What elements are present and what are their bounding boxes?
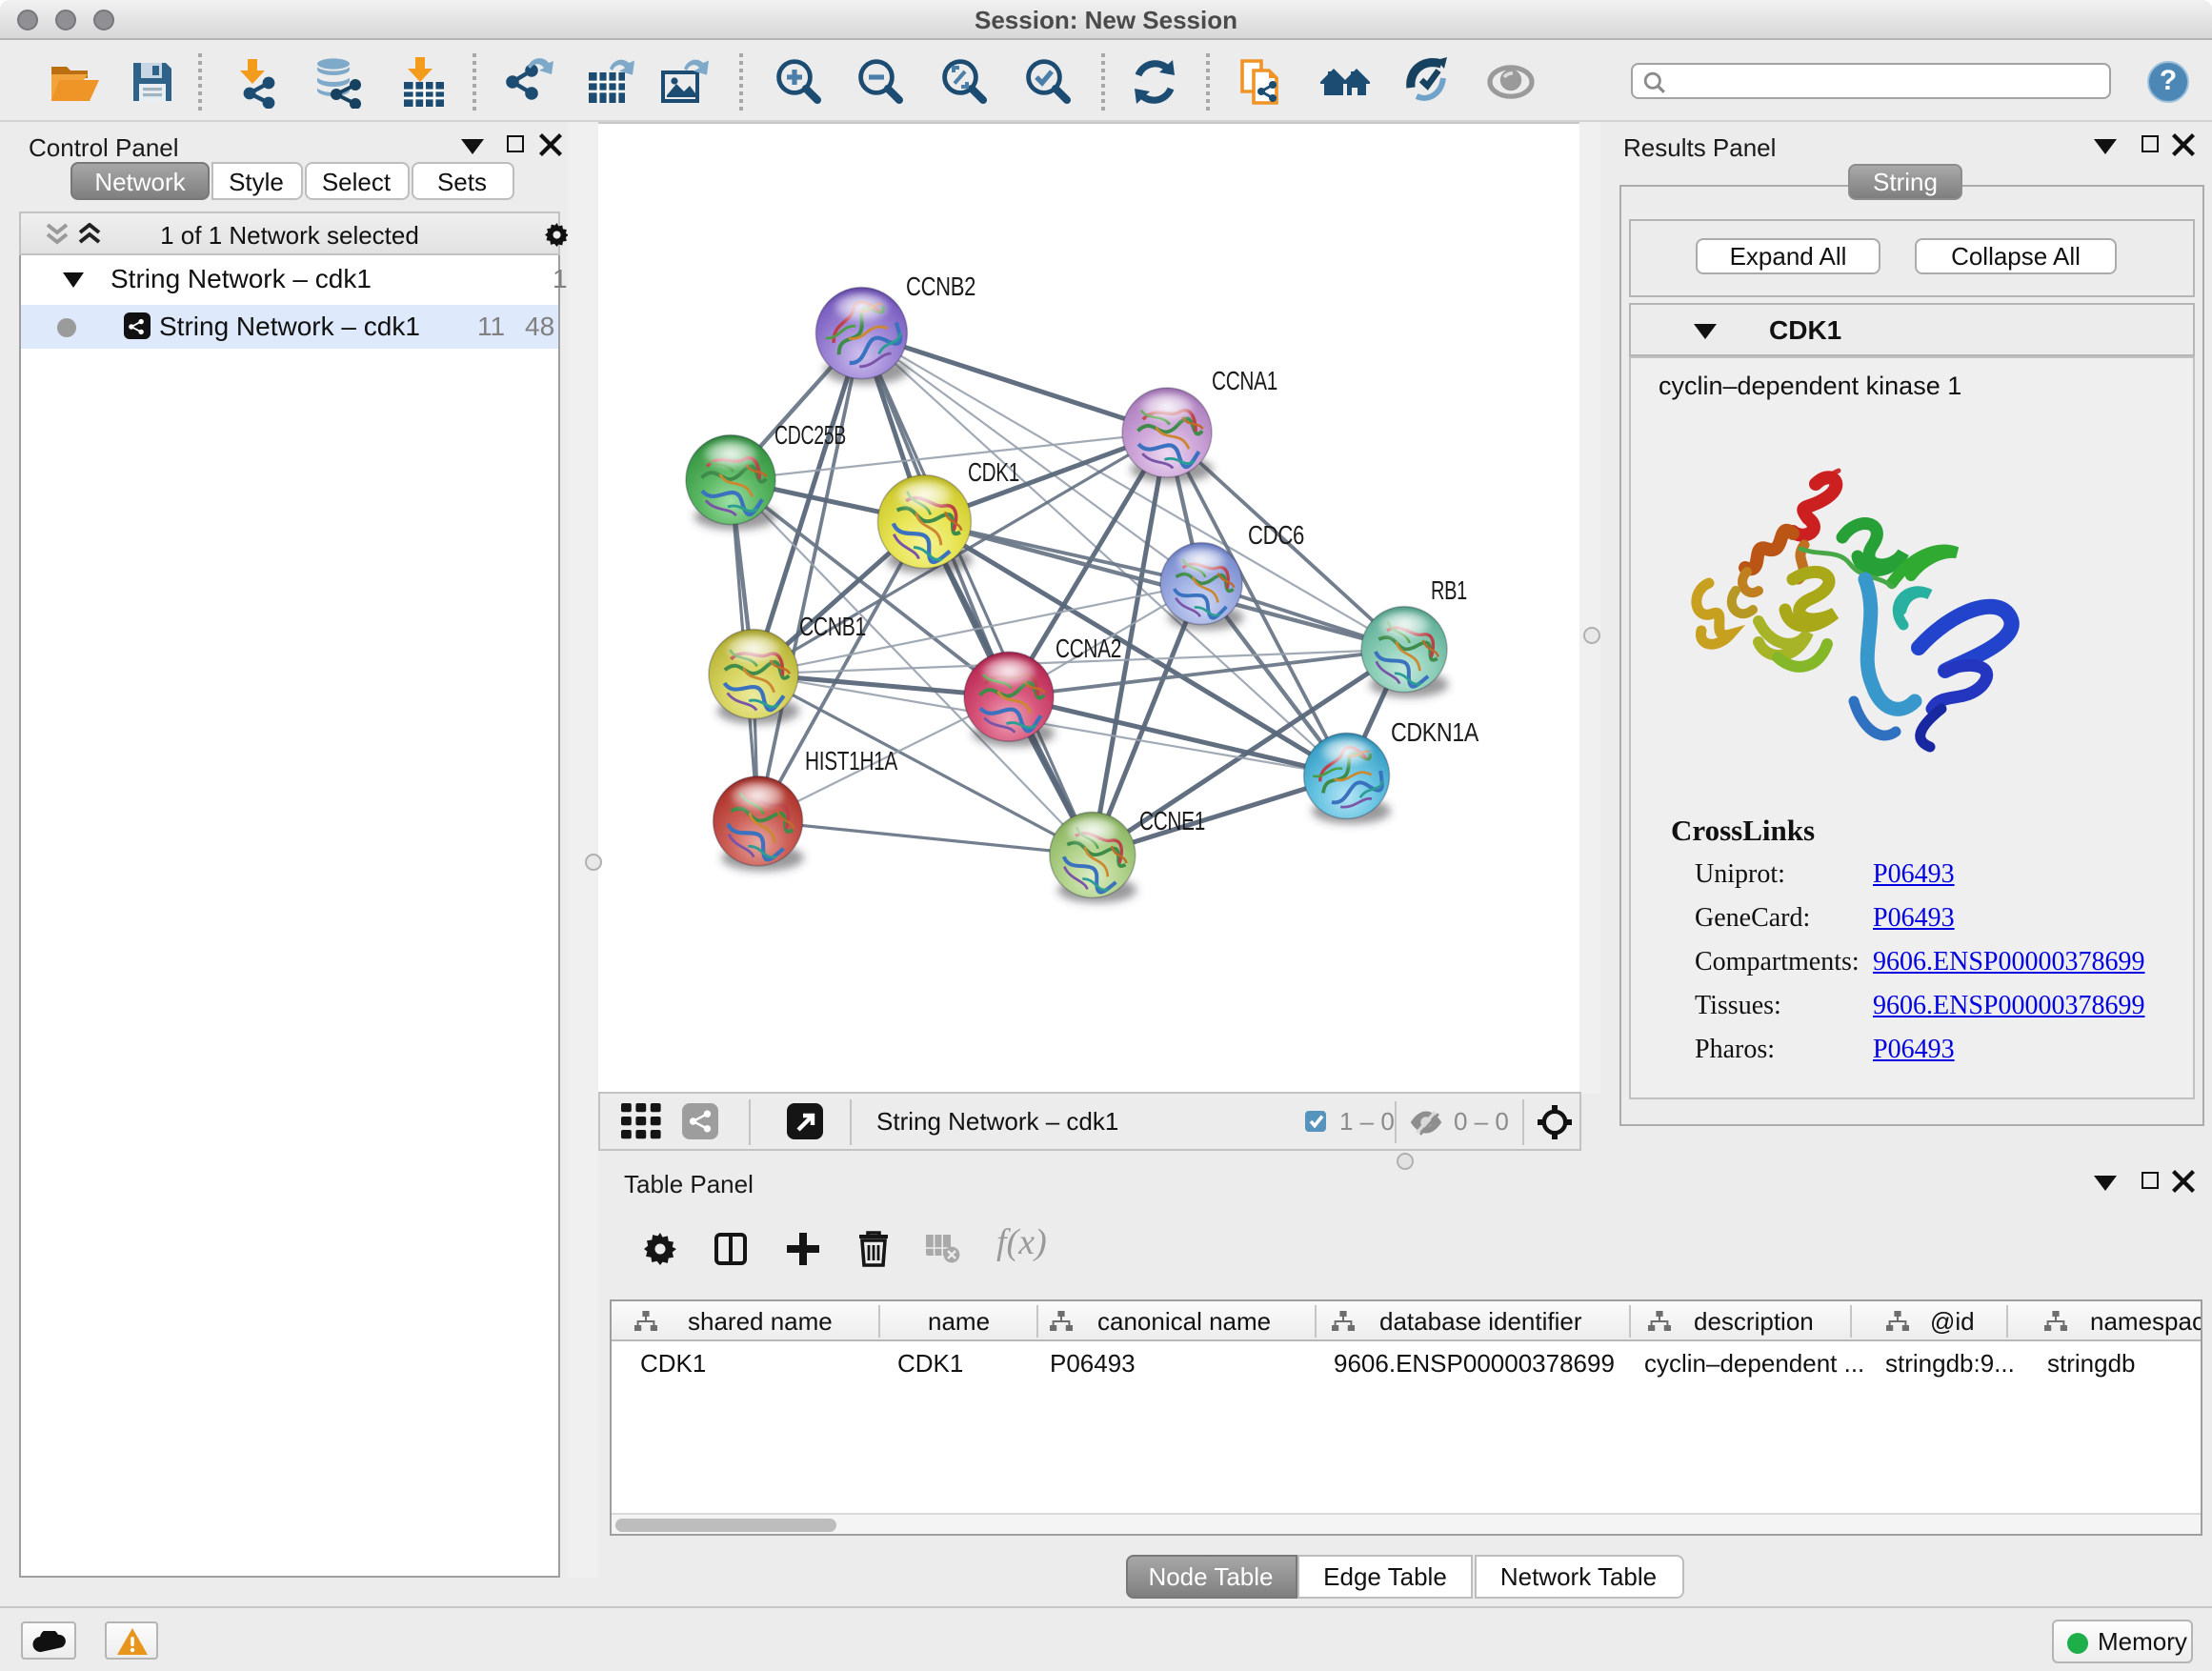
svg-text:CCNA2: CCNA2 bbox=[1056, 634, 1121, 663]
svg-text:HIST1H1A: HIST1H1A bbox=[805, 746, 898, 775]
svg-text:CCNB1: CCNB1 bbox=[799, 612, 866, 641]
svg-text:CDC6: CDC6 bbox=[1248, 520, 1304, 550]
svg-text:CCNB2: CCNB2 bbox=[906, 272, 975, 301]
svg-text:CCNA1: CCNA1 bbox=[1212, 366, 1277, 395]
svg-text:CCNE1: CCNE1 bbox=[1139, 806, 1205, 836]
svg-text:CDK1: CDK1 bbox=[968, 457, 1019, 487]
svg-text:CDKN1A: CDKN1A bbox=[1391, 717, 1479, 747]
svg-text:CDC25B: CDC25B bbox=[774, 420, 846, 450]
svg-text:RB1: RB1 bbox=[1431, 575, 1467, 605]
